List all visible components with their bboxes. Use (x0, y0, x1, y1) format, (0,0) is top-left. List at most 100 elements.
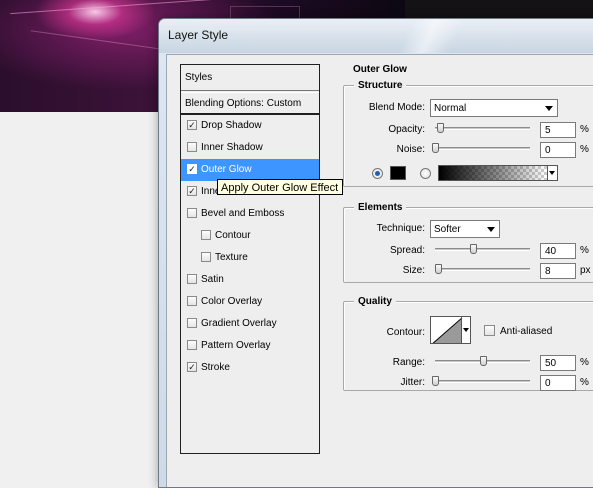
style-item-label: Pattern Overlay (201, 340, 271, 351)
style-item[interactable]: Color Overlay (181, 291, 319, 313)
style-item-label: Stroke (201, 362, 230, 373)
jitter-slider[interactable] (432, 376, 530, 386)
technique-select[interactable]: Softer (430, 220, 500, 238)
outer-glow-title: Outer Glow (353, 64, 407, 75)
style-item[interactable]: Satin (181, 269, 319, 291)
blend-mode-select[interactable]: Normal (430, 99, 558, 117)
anti-aliased-checkbox[interactable] (484, 325, 495, 336)
blend-mode-value: Normal (434, 103, 467, 114)
light-streak (30, 30, 170, 51)
style-item-label: Outer Glow (201, 164, 252, 175)
gradient-radio[interactable] (420, 168, 431, 179)
style-checkbox[interactable] (201, 252, 211, 262)
jitter-input[interactable]: 0 (540, 375, 576, 391)
blend-mode-label: Blend Mode: (368, 102, 425, 113)
range-input[interactable]: 50 (540, 355, 576, 371)
style-item-label: Contour (215, 230, 251, 241)
structure-legend: Structure (354, 80, 407, 91)
style-checkbox[interactable] (201, 230, 211, 240)
range-unit: % (580, 357, 589, 368)
layer-style-dialog: Layer Style Styles Blending Options: Cus… (158, 18, 593, 488)
quality-group: Quality Contour: Anti-aliased Range: 50 … (343, 296, 593, 391)
outer-glow-tooltip: Apply Outer Glow Effect (217, 179, 344, 195)
style-item[interactable]: Texture (181, 247, 319, 269)
style-item[interactable]: ✓ Drop Shadow (181, 115, 319, 137)
style-checkbox[interactable] (187, 318, 197, 328)
spread-unit: % (580, 245, 589, 256)
spread-input[interactable]: 40 (540, 243, 576, 259)
dialog-client-area: Styles Blending Options: Custom ✓ Drop Sh… (166, 54, 593, 487)
style-item[interactable]: Gradient Overlay (181, 313, 319, 335)
style-item-label: Bevel and Emboss (201, 208, 285, 219)
structure-group: Structure Blend Mode: Normal Opacity: 5 … (343, 80, 593, 187)
noise-input[interactable]: 0 (540, 142, 576, 158)
style-item[interactable]: Pattern Overlay (181, 335, 319, 357)
gradient-picker[interactable] (438, 165, 548, 181)
style-item-label: Color Overlay (201, 296, 263, 307)
style-checkbox[interactable]: ✓ (187, 186, 197, 196)
range-slider[interactable] (435, 356, 530, 366)
slider-thumb[interactable] (432, 143, 439, 153)
opacity-label: Opacity: (388, 124, 425, 135)
size-input[interactable]: 8 (540, 263, 576, 279)
contour-label: Contour: (386, 327, 425, 338)
slider-thumb[interactable] (470, 244, 477, 254)
style-item[interactable]: ✓ Stroke (181, 357, 319, 379)
opacity-slider[interactable] (435, 123, 530, 133)
contour-dropdown[interactable] (462, 316, 471, 344)
size-slider[interactable] (434, 264, 530, 274)
style-item-label: Texture (215, 252, 248, 263)
style-checkbox[interactable]: ✓ (187, 362, 197, 372)
style-checkbox[interactable] (187, 274, 197, 284)
spread-slider[interactable] (435, 244, 530, 254)
style-checkbox[interactable]: ✓ (187, 164, 197, 174)
size-label: Size: (402, 265, 425, 276)
style-item-label: Inner Shadow (201, 142, 263, 153)
style-item[interactable]: Contour (181, 225, 319, 247)
solid-color-radio[interactable] (372, 168, 383, 179)
chevron-down-icon (545, 106, 553, 111)
slider-thumb[interactable] (434, 264, 442, 274)
style-checkbox[interactable] (187, 208, 197, 218)
opacity-unit: % (580, 124, 589, 135)
jitter-label: Jitter: (400, 377, 425, 388)
technique-label: Technique: (376, 223, 425, 234)
slider-track (435, 147, 530, 150)
style-item[interactable]: Inner Shadow (181, 137, 319, 159)
anti-aliased-label: Anti-aliased (500, 326, 553, 337)
style-item[interactable]: Bevel and Emboss (181, 203, 319, 225)
elements-group: Elements Technique: Softer Spread: 40 % … (343, 202, 593, 283)
style-checkbox[interactable]: ✓ (187, 120, 197, 130)
range-label: Range: (392, 357, 425, 368)
title-bar[interactable]: Layer Style (159, 19, 593, 53)
style-checkbox[interactable] (187, 296, 197, 306)
slider-track (435, 268, 530, 271)
slider-track (435, 380, 530, 383)
contour-picker[interactable] (430, 316, 462, 344)
style-checkbox[interactable] (187, 340, 197, 350)
opacity-input[interactable]: 5 (540, 122, 576, 138)
slider-track (435, 248, 530, 251)
glow-color-swatch[interactable] (390, 166, 406, 180)
styles-list: Styles Blending Options: Custom ✓ Drop Sh… (180, 64, 320, 454)
style-item[interactable]: ✓ Outer Glow (181, 159, 319, 181)
dialog-title: Layer Style (168, 28, 229, 42)
noise-slider[interactable] (432, 143, 530, 153)
quality-legend: Quality (354, 296, 396, 307)
slider-thumb[interactable] (479, 356, 487, 366)
spread-label: Spread: (389, 245, 425, 256)
noise-label: Noise: (396, 144, 425, 155)
style-item-label: Drop Shadow (201, 120, 262, 131)
contour-curve-icon (432, 318, 461, 343)
chevron-down-icon (487, 227, 495, 232)
slider-thumb[interactable] (432, 376, 439, 386)
style-checkbox[interactable] (187, 142, 197, 152)
styles-header[interactable]: Styles (181, 65, 319, 91)
gradient-dropdown[interactable] (548, 165, 558, 181)
elements-legend: Elements (354, 202, 407, 213)
jitter-unit: % (580, 377, 589, 388)
blending-options-item[interactable]: Blending Options: Custom (181, 92, 319, 115)
noise-unit: % (580, 144, 589, 155)
slider-thumb[interactable] (436, 123, 444, 133)
style-item-label: Gradient Overlay (201, 318, 277, 329)
